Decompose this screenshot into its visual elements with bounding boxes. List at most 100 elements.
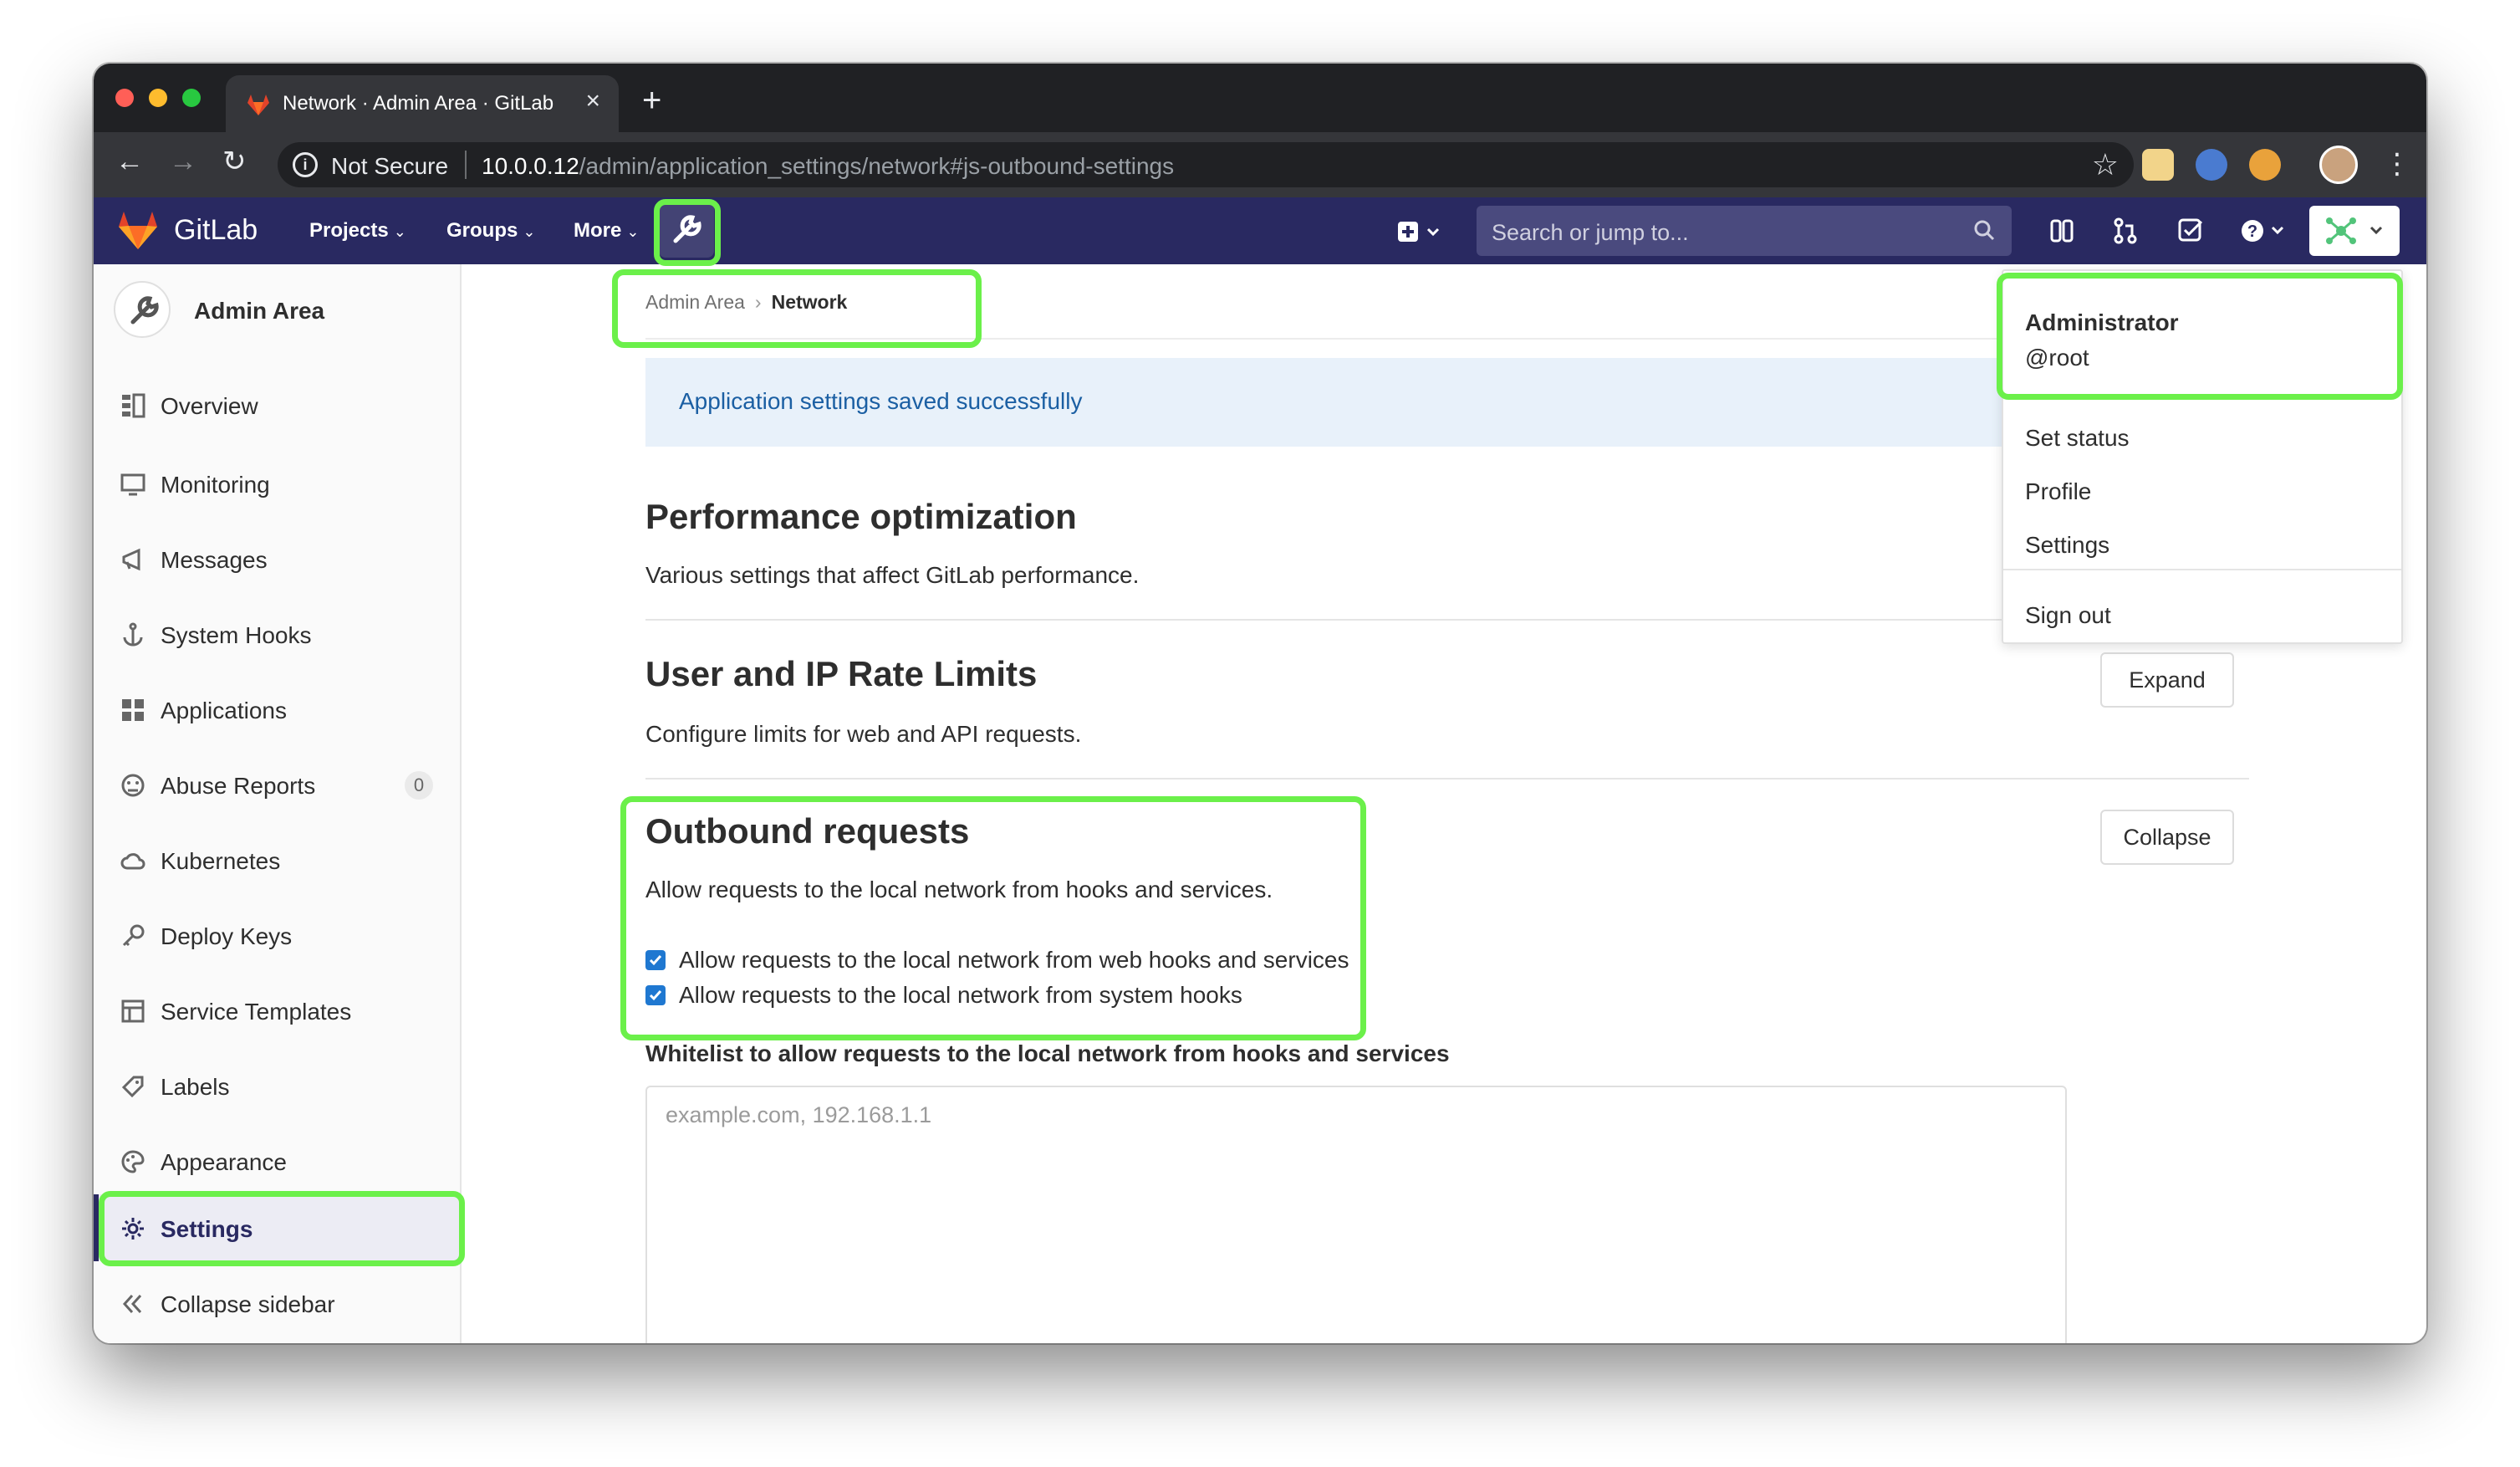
section-description: Various settings that affect GitLab perf… bbox=[645, 562, 1140, 588]
extension-icon[interactable] bbox=[2196, 149, 2227, 181]
tab-close-icon[interactable]: × bbox=[585, 89, 600, 114]
checkbox-label[interactable]: Allow requests to the local network from… bbox=[679, 982, 1242, 1009]
expand-button[interactable]: Expand bbox=[2100, 652, 2234, 708]
chevron-down-icon: ⌄ bbox=[626, 223, 640, 240]
sidebar-item-messages[interactable]: Messages bbox=[94, 525, 462, 592]
palette-icon bbox=[121, 1150, 145, 1173]
sidebar-item-label: Monitoring bbox=[161, 472, 270, 498]
user-menu-button[interactable] bbox=[2309, 206, 2400, 256]
projects-menu-label: Projects bbox=[309, 219, 389, 242]
sidebar-title: Admin Area bbox=[194, 298, 325, 324]
browser-tab[interactable]: Network · Admin Area · GitLab × bbox=[226, 75, 619, 132]
search-input[interactable]: Search or jump to... bbox=[1477, 206, 2012, 256]
help-icon[interactable]: ? bbox=[2239, 216, 2289, 246]
url-text[interactable]: 10.0.0.12/admin/application_settings/net… bbox=[482, 153, 1174, 180]
sidebar-item-deploy-keys[interactable]: Deploy Keys bbox=[94, 902, 462, 969]
sidebar-item-label: Messages bbox=[161, 547, 268, 573]
bookmark-star-icon[interactable]: ☆ bbox=[2092, 147, 2119, 182]
sidebar-item-kubernetes[interactable]: Kubernetes bbox=[94, 826, 462, 893]
section-description: Allow requests to the local network from… bbox=[645, 877, 1273, 902]
set-status-item[interactable]: Set status bbox=[2025, 425, 2130, 452]
template-icon bbox=[121, 999, 145, 1023]
sidebar-item-label: Service Templates bbox=[161, 999, 352, 1025]
sidebar-item-labels[interactable]: Labels bbox=[94, 1052, 462, 1119]
collapse-sidebar-button[interactable]: Collapse sidebar bbox=[94, 1270, 462, 1337]
gitlab-brand[interactable]: GitLab bbox=[174, 214, 258, 247]
grid-icon bbox=[122, 699, 144, 721]
merge-request-icon[interactable] bbox=[2110, 216, 2140, 246]
flash-message: Application settings saved successfully bbox=[679, 388, 1083, 414]
user-username[interactable]: @root bbox=[2025, 345, 2089, 371]
sidebar-item-monitoring[interactable]: Monitoring bbox=[94, 450, 462, 517]
sidebar-item-applications[interactable]: Applications bbox=[94, 676, 462, 743]
sidebar-item-overview[interactable]: Overview bbox=[94, 371, 462, 438]
url-path: /admin/application_settings/network#js-o… bbox=[579, 153, 1175, 179]
more-menu[interactable]: More ⌄ bbox=[574, 219, 639, 243]
zoom-window-button[interactable] bbox=[182, 89, 201, 107]
new-item-dropdown[interactable] bbox=[1395, 217, 1448, 246]
active-indicator bbox=[94, 1194, 99, 1261]
section-description: Configure limits for web and API request… bbox=[645, 721, 1082, 747]
info-icon[interactable]: i bbox=[293, 152, 318, 177]
checkbox[interactable] bbox=[645, 985, 666, 1005]
section-title: User and IP Rate Limits bbox=[645, 654, 1038, 693]
checkbox-label[interactable]: Allow requests to the local network from… bbox=[679, 947, 1349, 974]
address-divider bbox=[465, 151, 467, 179]
sidebar-item-abuse-reports[interactable]: Abuse Reports 0 bbox=[94, 751, 462, 818]
reload-icon[interactable]: ↻ bbox=[222, 147, 247, 176]
forward-arrow-icon[interactable]: → bbox=[169, 147, 197, 176]
security-label[interactable]: Not Secure bbox=[331, 153, 448, 180]
sidebar-item-appearance[interactable]: Appearance bbox=[94, 1127, 462, 1194]
back-arrow-icon[interactable]: ← bbox=[115, 147, 144, 176]
sidebar-header[interactable]: Admin Area bbox=[114, 281, 448, 340]
settings-item[interactable]: Settings bbox=[2025, 532, 2109, 559]
user-full-name[interactable]: Administrator bbox=[2025, 309, 2179, 336]
breadcrumb-link[interactable]: Admin Area bbox=[645, 291, 745, 313]
profile-item[interactable]: Profile bbox=[2025, 478, 2091, 505]
todo-icon[interactable] bbox=[2176, 216, 2206, 246]
new-tab-icon[interactable]: + bbox=[642, 84, 661, 117]
sidebar-item-service-templates[interactable]: Service Templates bbox=[94, 977, 462, 1044]
sidebar-item-label: Collapse sidebar bbox=[161, 1291, 335, 1317]
profile-avatar[interactable] bbox=[2319, 146, 2358, 184]
minimize-window-button[interactable] bbox=[149, 89, 167, 107]
cloud-icon bbox=[120, 853, 145, 870]
breadcrumb-current[interactable]: Network bbox=[772, 291, 848, 313]
flash-notice: Application settings saved successfully bbox=[645, 358, 2084, 447]
megaphone-icon bbox=[122, 548, 140, 571]
whitelist-textarea[interactable] bbox=[645, 1086, 2067, 1343]
plus-square-icon bbox=[1398, 222, 1440, 242]
sidebar-item-label: System Hooks bbox=[161, 622, 312, 648]
groups-menu[interactable]: Groups ⌄ bbox=[446, 219, 535, 243]
checkbox[interactable] bbox=[645, 950, 666, 970]
admin-area-button[interactable] bbox=[659, 202, 714, 258]
projects-menu[interactable]: Projects ⌄ bbox=[309, 219, 406, 243]
gitlab-favicon-icon bbox=[247, 95, 269, 115]
search-icon bbox=[1974, 220, 1995, 241]
anchor-icon bbox=[123, 622, 143, 647]
issues-icon[interactable] bbox=[2047, 216, 2077, 246]
key-icon bbox=[122, 924, 145, 947]
sidebar-item-settings[interactable]: Settings bbox=[94, 1194, 462, 1261]
sidebar-item-label: Kubernetes bbox=[161, 848, 281, 874]
sign-out-item[interactable]: Sign out bbox=[2025, 602, 2111, 629]
more-vertical-icon[interactable]: ⋮ bbox=[2383, 147, 2411, 181]
browser-window: Network · Admin Area · GitLab × + ← → ↻ … bbox=[94, 64, 2426, 1343]
address-bar[interactable]: i Not Secure 10.0.0.12/admin/application… bbox=[278, 142, 2134, 187]
extension-icon[interactable] bbox=[2142, 149, 2174, 181]
checkmark-icon bbox=[649, 955, 662, 966]
extension-icon[interactable] bbox=[2249, 149, 2281, 181]
sidebar-item-system-hooks[interactable]: System Hooks bbox=[94, 601, 462, 667]
gitlab-logo-icon[interactable] bbox=[117, 211, 159, 249]
sidebar-item-label: Labels bbox=[161, 1074, 230, 1100]
collapse-button[interactable]: Collapse bbox=[2100, 810, 2234, 865]
more-menu-label: More bbox=[574, 219, 622, 242]
breadcrumb: Admin Area › Network bbox=[645, 291, 847, 314]
close-window-button[interactable] bbox=[115, 89, 134, 107]
chevron-right-icon: › bbox=[754, 291, 762, 313]
search-placeholder: Search or jump to... bbox=[1492, 220, 1689, 245]
count-badge: 0 bbox=[405, 771, 433, 800]
sidebar-item-label: Abuse Reports bbox=[161, 773, 316, 799]
sidebar-item-label: Applications bbox=[161, 698, 287, 723]
whitelist-label: Whitelist to allow requests to the local… bbox=[645, 1040, 1450, 1066]
